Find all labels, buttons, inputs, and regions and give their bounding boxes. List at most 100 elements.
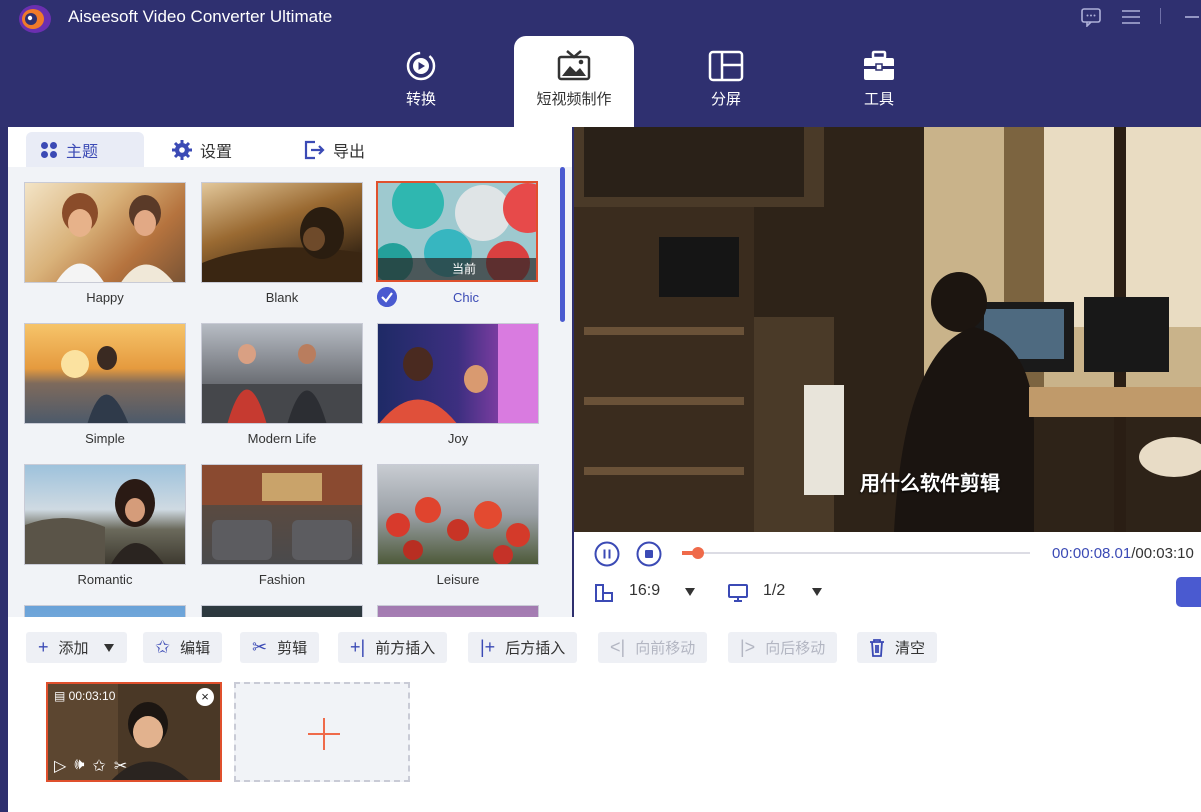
- theme-card-leisure[interactable]: [377, 464, 539, 565]
- theme-card-joy[interactable]: [377, 323, 539, 424]
- clear-label: 清空: [895, 640, 926, 657]
- theme-name-fashion: Fashion: [258, 572, 306, 587]
- clip-edit-icon[interactable]: ✩: [92, 756, 105, 776]
- subtab-theme[interactable]: 主题: [26, 132, 144, 167]
- title-divider: [1160, 8, 1161, 24]
- scissors-icon: ✂: [252, 637, 268, 657]
- convert-icon: [406, 51, 436, 81]
- mv-icon: [557, 50, 591, 81]
- theme-panel: 主题 设置 导出 Happy Blank 当前 Chic Simple Mode…: [8, 127, 572, 617]
- edit-button[interactable]: ✩ 编辑: [143, 632, 223, 663]
- plus-icon: +: [38, 637, 49, 657]
- current-theme-badge: 当前: [378, 258, 536, 280]
- trash-icon: [870, 638, 884, 657]
- minimize-icon[interactable]: [1183, 8, 1201, 26]
- insert-after-icon: |+: [480, 637, 496, 657]
- tab-mv[interactable]: 短视频制作: [514, 36, 634, 127]
- insert-after-button[interactable]: |+ 后方插入: [468, 632, 578, 663]
- app-title: Aiseesoft Video Converter Ultimate: [68, 7, 333, 26]
- aspect-ratio-dropdown-icon[interactable]: [684, 587, 696, 597]
- add-label: 添加: [58, 640, 89, 657]
- theme-name-leisure: Leisure: [436, 572, 480, 587]
- player-controls: 00:00:08.01/00:03:10 16:9 1/2: [574, 532, 1201, 617]
- tab-convert[interactable]: 转换: [361, 36, 481, 127]
- edit-label: 编辑: [180, 640, 211, 657]
- tab-toolbox[interactable]: 工具: [819, 36, 939, 127]
- theme-name-simple: Simple: [85, 431, 125, 446]
- theme-joy-thumbnail: [379, 324, 538, 423]
- theme-modern-life-thumbnail: [202, 344, 362, 423]
- clip-thumbnail[interactable]: ▤ 00:03:10 × ▷ 🕪 ✩ ✂: [46, 682, 222, 782]
- move-backward-icon: |>: [740, 637, 756, 657]
- clip-audio-icon[interactable]: 🕪: [74, 756, 84, 776]
- move-backward-label: 向后移动: [765, 640, 826, 657]
- theme-card-simple[interactable]: [24, 323, 186, 424]
- add-clip-plus-icon: [308, 718, 340, 750]
- tab-convert-label: 转换: [405, 91, 436, 108]
- clip-trim-icon[interactable]: ✂: [114, 756, 127, 776]
- subtab-settings[interactable]: 设置: [172, 132, 232, 167]
- magic-wand-icon: ✩: [155, 637, 171, 657]
- theme-name-chic: Chic: [452, 290, 479, 305]
- film-icon: ▤: [54, 689, 69, 703]
- move-backward-button[interactable]: |> 向后移动: [728, 632, 838, 663]
- insert-before-button[interactable]: +| 前方插入: [338, 632, 448, 663]
- theme-icon: [41, 141, 57, 158]
- theme-fashion-thumbnail: [202, 465, 362, 560]
- move-forward-button[interactable]: <| 向前移动: [598, 632, 708, 663]
- menu-icon[interactable]: [1120, 8, 1142, 26]
- preview-subtitle: 用什么软件剪辑: [860, 473, 1000, 495]
- theme-blank-thumbnail: [202, 207, 362, 282]
- gear-icon: [172, 139, 192, 160]
- tab-collage-label: 分屏: [710, 91, 741, 108]
- insert-before-label: 前方插入: [375, 640, 436, 657]
- video-preview: 用什么软件剪辑: [574, 127, 1201, 532]
- aspect-ratio-value[interactable]: 16:9: [629, 582, 660, 600]
- clear-button[interactable]: 清空: [857, 632, 938, 663]
- theme-card-partial[interactable]: [24, 605, 186, 617]
- clip-duration: ▤ 00:03:10: [54, 689, 115, 703]
- progress-track[interactable]: [682, 552, 1030, 554]
- tab-mv-label: 短视频制作: [536, 91, 612, 108]
- theme-card-fashion[interactable]: [201, 464, 363, 565]
- progress-knob[interactable]: [692, 547, 704, 559]
- screen-ratio-value[interactable]: 1/2: [763, 582, 785, 600]
- trim-button[interactable]: ✂ 剪辑: [240, 632, 320, 663]
- add-button[interactable]: + 添加: [26, 632, 127, 663]
- theme-happy-thumbnail: [56, 193, 174, 282]
- panel-subtabs: 主题 设置 导出: [8, 127, 572, 167]
- subtab-export[interactable]: 导出: [303, 132, 365, 167]
- theme-card-modern-life[interactable]: [201, 323, 363, 424]
- stop-icon[interactable]: [636, 541, 662, 567]
- theme-card-partial[interactable]: [377, 605, 539, 617]
- theme-name-happy: Happy: [86, 290, 124, 305]
- screen-ratio-dropdown-icon[interactable]: [811, 587, 823, 597]
- clip-panel: + 添加 ✩ 编辑 ✂ 剪辑 +| 前方插入 |+ 后方插入 <| 向前移动 |…: [8, 617, 1201, 812]
- export-action-button[interactable]: [1176, 577, 1201, 607]
- clip-duration-value: 00:03:10: [68, 689, 116, 703]
- subtab-theme-label: 主题: [66, 143, 99, 161]
- subtab-settings-label: 设置: [200, 143, 233, 161]
- trim-label: 剪辑: [277, 640, 308, 657]
- theme-scrollbar[interactable]: [560, 167, 565, 322]
- timecode: 00:00:08.01/00:03:10: [1052, 545, 1194, 562]
- add-clip-slot[interactable]: [234, 682, 410, 782]
- add-dropdown-icon[interactable]: [103, 643, 115, 653]
- title-bar: Aiseesoft Video Converter Ultimate 转换 短视…: [0, 0, 1201, 127]
- theme-card-partial[interactable]: [201, 605, 363, 617]
- feedback-icon[interactable]: [1080, 7, 1102, 27]
- split-screen-icon: [708, 50, 744, 82]
- theme-card-chic[interactable]: 当前: [376, 181, 538, 282]
- app-logo-icon: [19, 5, 51, 33]
- theme-card-blank[interactable]: [201, 182, 363, 283]
- theme-card-happy[interactable]: [24, 182, 186, 283]
- tab-toolbox-label: 工具: [863, 91, 894, 108]
- tab-collage[interactable]: 分屏: [666, 36, 786, 127]
- export-icon: [304, 140, 325, 159]
- clip-actions: ▷ 🕪 ✩ ✂: [54, 756, 127, 776]
- clip-play-icon[interactable]: ▷: [54, 756, 66, 776]
- pause-icon[interactable]: [594, 541, 620, 567]
- theme-card-romantic[interactable]: [24, 464, 186, 565]
- theme-name-joy: Joy: [447, 431, 469, 446]
- clip-remove-icon[interactable]: ×: [196, 688, 214, 706]
